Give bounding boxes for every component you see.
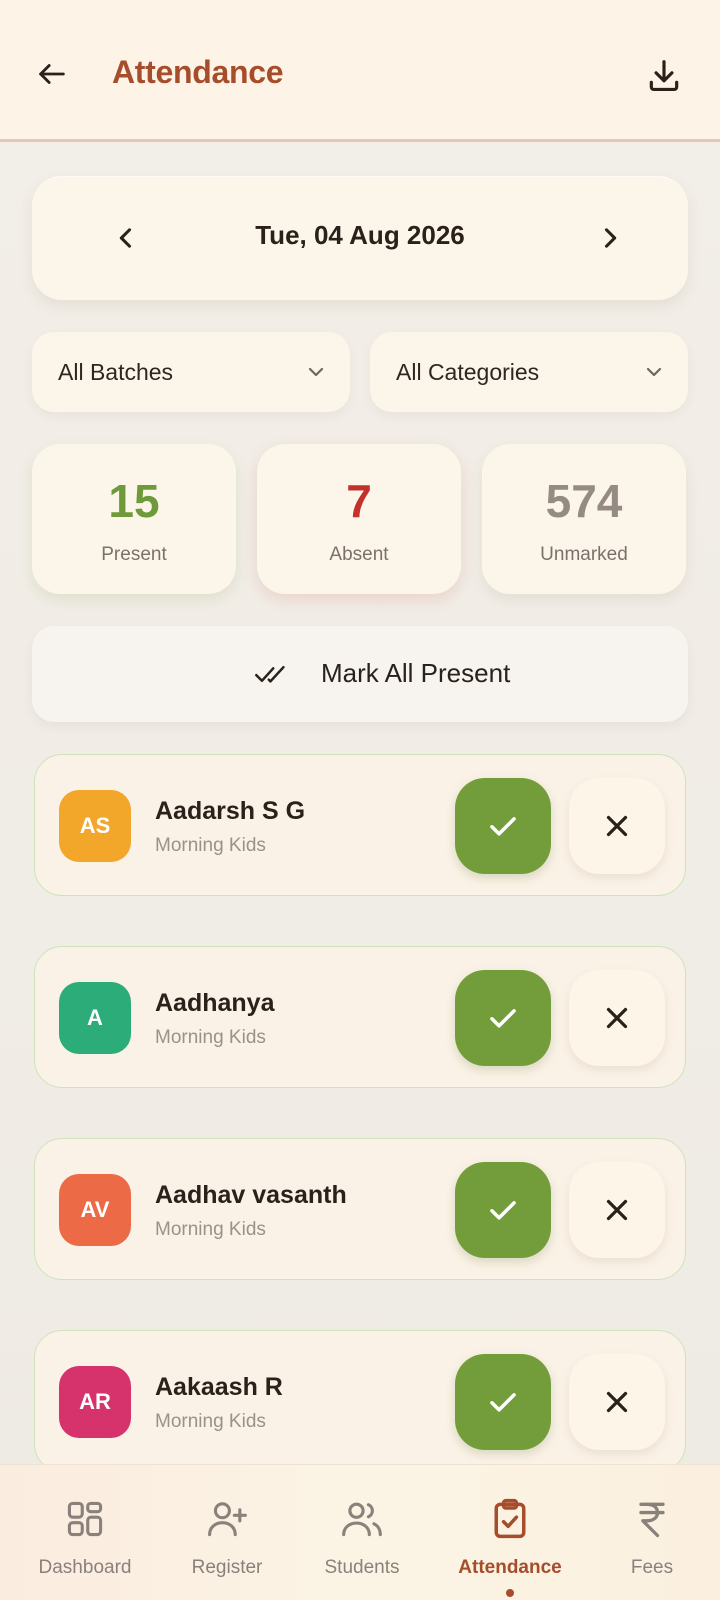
nav-item-dashboard[interactable]: Dashboard: [13, 1465, 157, 1600]
absent-stat-card[interactable]: 7 Absent: [257, 444, 461, 594]
nav-item-students[interactable]: Students: [290, 1465, 434, 1600]
close-icon: [606, 815, 628, 837]
mark-absent-button[interactable]: [569, 1162, 665, 1258]
student-batch: Morning Kids: [155, 835, 266, 856]
student-name: Aadarsh S G: [155, 797, 306, 825]
chevron-down-icon: [308, 367, 324, 377]
mark-present-button[interactable]: [455, 1354, 551, 1450]
present-stat-card[interactable]: 15 Present: [32, 444, 236, 594]
student-batch: Morning Kids: [155, 1027, 266, 1048]
unmarked-count: 574: [545, 475, 623, 527]
arrow-left-icon: [39, 64, 65, 84]
check-icon: [490, 1009, 516, 1028]
clipboard-check-icon: [494, 1498, 526, 1539]
active-indicator-dot: [506, 1589, 514, 1597]
category-filter-value: All Categories: [396, 359, 540, 385]
bottom-navigation: Dashboard Register Students Attendance F…: [0, 1464, 720, 1600]
check-icon: [490, 817, 516, 836]
nav-label-dashboard: Dashboard: [38, 1557, 132, 1578]
nav-label-attendance: Attendance: [458, 1557, 562, 1578]
mark-absent-button[interactable]: [569, 970, 665, 1066]
mark-absent-button[interactable]: [569, 778, 665, 874]
student-card: AR Aakaash R Morning Kids: [34, 1330, 686, 1472]
chevron-right-icon: [604, 228, 617, 248]
dashboard-grid-icon: [67, 1501, 103, 1537]
close-icon: [606, 1199, 628, 1221]
double-check-icon: [255, 665, 285, 683]
back-button[interactable]: [30, 52, 74, 96]
mark-present-button[interactable]: [455, 778, 551, 874]
category-filter-dropdown[interactable]: All Categories: [370, 332, 688, 412]
student-batch: Morning Kids: [155, 1219, 266, 1240]
next-date-button[interactable]: [586, 214, 634, 262]
nav-item-attendance[interactable]: Attendance: [438, 1465, 582, 1600]
student-card: AS Aadarsh S G Morning Kids: [34, 754, 686, 896]
unmarked-label: Unmarked: [540, 544, 628, 565]
download-button[interactable]: [640, 52, 688, 100]
avatar: AS: [59, 790, 131, 862]
unmarked-stat-card[interactable]: 574 Unmarked: [482, 444, 686, 594]
close-icon: [606, 1391, 628, 1413]
close-icon: [606, 1007, 628, 1029]
download-icon: [649, 60, 679, 92]
mark-all-present-button[interactable]: Mark All Present: [32, 626, 688, 722]
app-header: Attendance: [0, 0, 720, 142]
chevron-down-icon: [646, 367, 662, 377]
batch-filter-dropdown[interactable]: All Batches: [32, 332, 350, 412]
mark-present-button[interactable]: [455, 970, 551, 1066]
absent-label: Absent: [329, 544, 389, 565]
check-icon: [490, 1201, 516, 1220]
nav-item-fees[interactable]: Fees: [580, 1465, 720, 1600]
student-name: Aadhav vasanth: [155, 1181, 347, 1209]
users-icon: [342, 1502, 382, 1537]
student-batch: Morning Kids: [155, 1411, 266, 1432]
mark-absent-button[interactable]: [569, 1354, 665, 1450]
batch-filter-value: All Batches: [58, 359, 174, 385]
nav-label-fees: Fees: [630, 1557, 674, 1578]
mark-present-button[interactable]: [455, 1162, 551, 1258]
present-label: Present: [101, 544, 167, 565]
absent-count: 7: [346, 475, 372, 527]
student-name: Aakaash R: [155, 1373, 283, 1401]
nav-label-students: Students: [324, 1557, 400, 1578]
attendance-screen: Attendance Tue, 04 Aug 2026 All Batches …: [0, 0, 720, 1600]
student-card: AV Aadhav vasanth Morning Kids: [34, 1138, 686, 1280]
rupee-icon: [639, 1502, 665, 1538]
present-count: 15: [108, 475, 160, 527]
mark-all-present-label: Mark All Present: [321, 658, 511, 688]
page-title: Attendance: [112, 54, 284, 90]
avatar: AV: [59, 1174, 131, 1246]
student-card: A Aadhanya Morning Kids: [34, 946, 686, 1088]
student-name: Aadhanya: [155, 989, 275, 1017]
date-selector: Tue, 04 Aug 2026: [32, 176, 688, 300]
nav-label-register: Register: [191, 1557, 263, 1578]
user-plus-icon: [208, 1502, 247, 1537]
avatar: AR: [59, 1366, 131, 1438]
avatar: A: [59, 982, 131, 1054]
nav-item-register[interactable]: Register: [155, 1465, 299, 1600]
check-icon: [490, 1393, 516, 1412]
